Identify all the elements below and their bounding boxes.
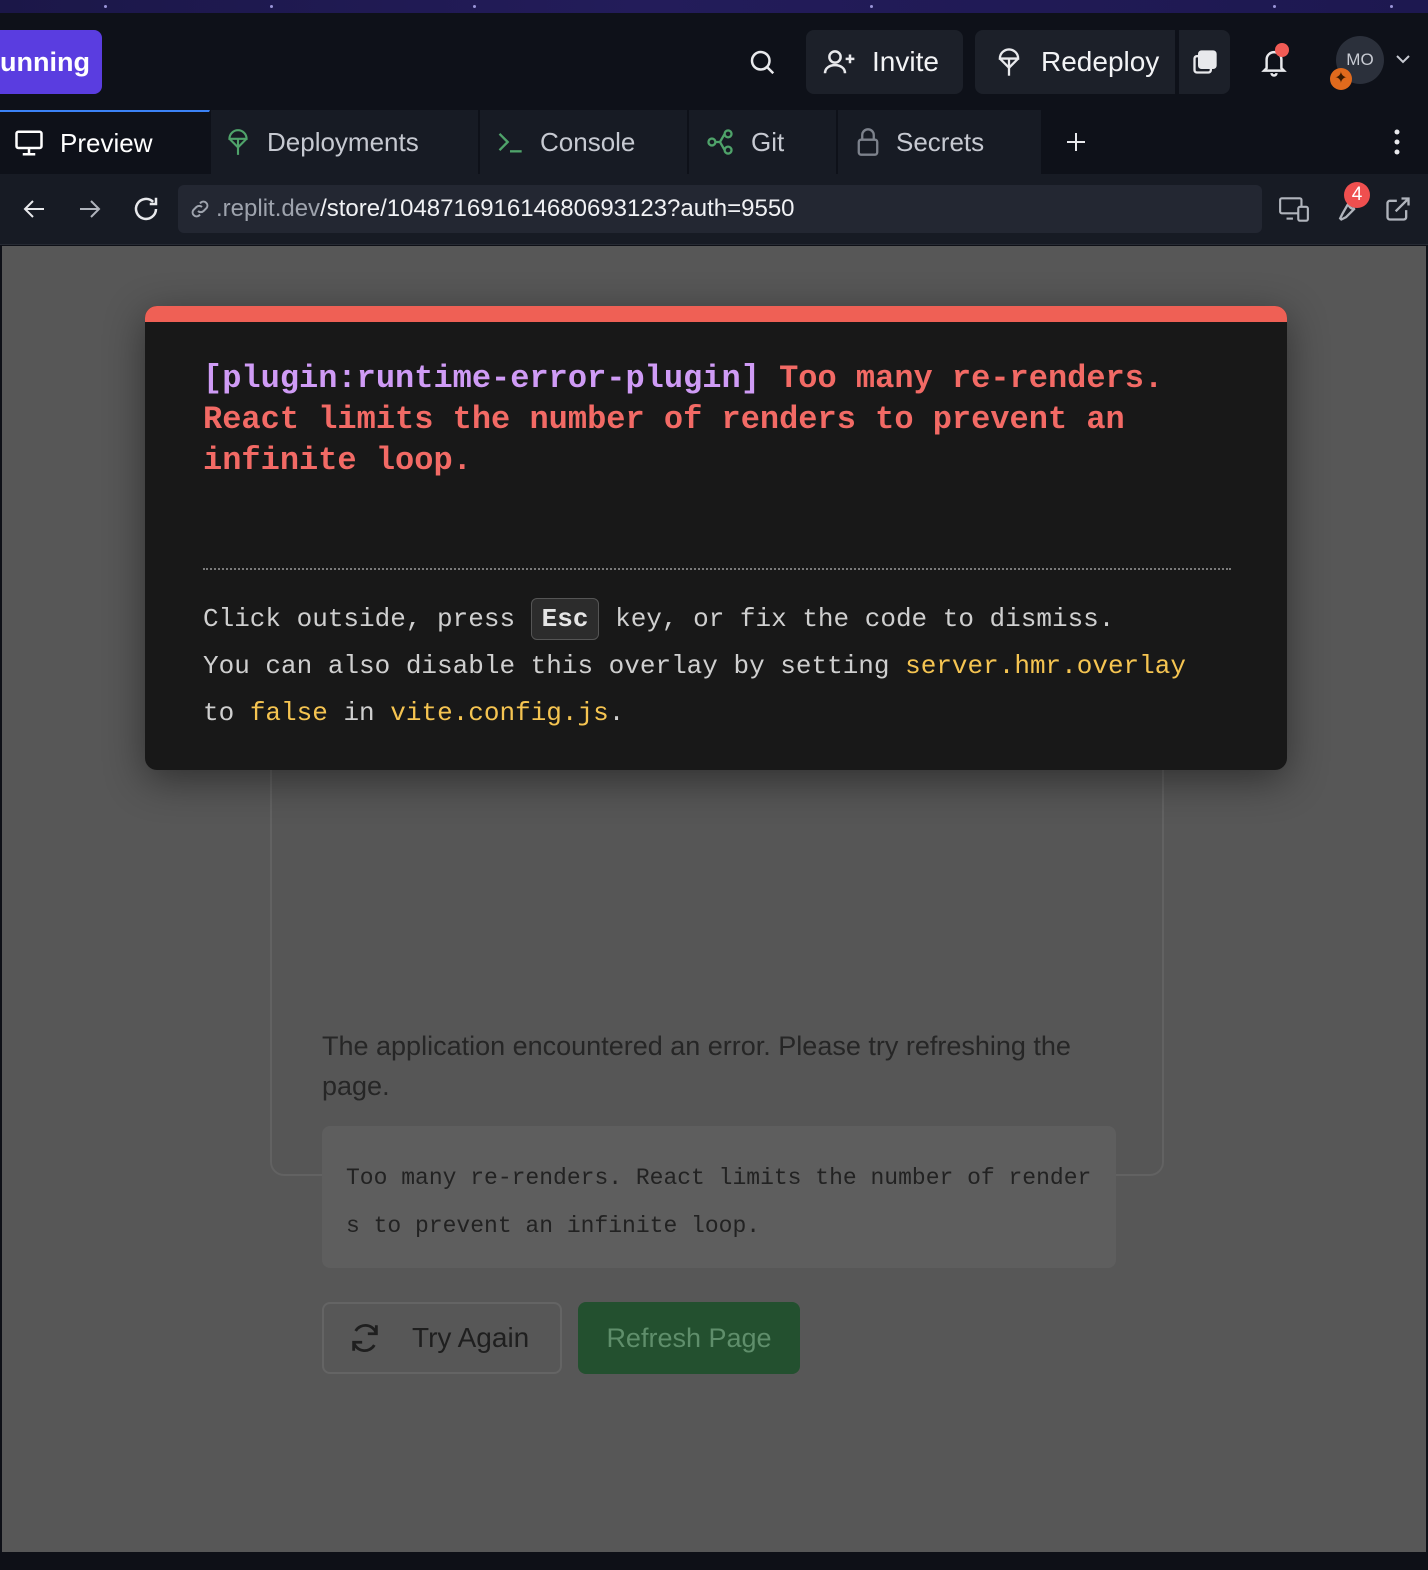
- overlay-accent-bar: [145, 306, 1287, 322]
- deploy-icon: [998, 48, 1020, 76]
- arrow-left-icon: [23, 200, 44, 218]
- url-input[interactable]: .replit.dev/store/10487169161468069312­3…: [178, 185, 1262, 233]
- config-file: vite.config.js: [390, 698, 609, 728]
- plugin-name: [plugin:runtime-error-plugin]: [203, 360, 760, 397]
- tip-text: in: [343, 698, 375, 728]
- more-options-button[interactable]: [1382, 120, 1412, 164]
- refresh-page-button[interactable]: Refresh Page: [578, 1302, 800, 1374]
- back-button[interactable]: [14, 188, 54, 230]
- search-icon: [750, 50, 775, 75]
- account-menu[interactable]: MO ✦: [1330, 36, 1416, 90]
- devices-icon: [1279, 197, 1309, 222]
- overlay-tip: Click outside, press Esc key, or fix the…: [203, 596, 1243, 737]
- preview-url-bar: .replit.dev/store/10487169161468069312­3…: [0, 174, 1428, 245]
- refresh-icon: [352, 1324, 378, 1352]
- url-path: /store/10487169161468069312­3?auth=9550: [320, 195, 795, 222]
- open-new-window-button[interactable]: [1380, 190, 1416, 228]
- tab-deployments[interactable]: Deployments: [211, 110, 479, 174]
- external-link-icon: [1386, 197, 1410, 221]
- monitor-icon: [15, 130, 43, 156]
- new-tab-button[interactable]: [1056, 120, 1096, 164]
- vite-error-overlay: [plugin:runtime-error-plugin] Too many r…: [145, 306, 1287, 770]
- url-host: .replit.dev: [216, 195, 321, 222]
- config-value: false: [249, 698, 328, 728]
- tab-label: Git: [751, 126, 785, 157]
- error-boundary-card: The application encountered an error. Pl…: [270, 726, 1164, 1374]
- refresh-icon: [134, 197, 158, 221]
- tip-text: to: [203, 698, 235, 728]
- arrow-right-icon: [80, 200, 101, 218]
- chevron-down-icon: [1396, 55, 1410, 64]
- reload-button[interactable]: [126, 188, 166, 230]
- plus-icon: [1067, 133, 1085, 151]
- redeploy-button[interactable]: Redeploy: [975, 30, 1175, 94]
- stack-icon: [1192, 50, 1217, 74]
- more-vertical-icon: [1394, 129, 1400, 155]
- avatar-badge: ✦: [1330, 68, 1352, 90]
- try-again-button[interactable]: Try Again: [322, 1302, 562, 1374]
- tab-bar: Preview Deployments Console Git Secrets: [0, 110, 1428, 174]
- tab-label: Preview: [60, 127, 153, 158]
- deploy-menu-button[interactable]: [1179, 30, 1230, 94]
- divider: [203, 568, 1231, 570]
- search-button[interactable]: [740, 33, 784, 91]
- tab-label: Console: [540, 126, 636, 157]
- tab-label: Deployments: [267, 126, 419, 157]
- tip-text: key, or fix the code to dismiss.: [615, 604, 1115, 634]
- tab-preview[interactable]: Preview: [0, 110, 210, 174]
- notifications-button[interactable]: [1252, 37, 1296, 87]
- redeploy-label: Redeploy: [1041, 46, 1160, 77]
- tab-label: Secrets: [896, 126, 985, 157]
- window-bottom-edge: [0, 1552, 1428, 1570]
- add-user-icon: [823, 50, 855, 74]
- error-details: Too many re-renders. React limits the nu…: [322, 1126, 1116, 1268]
- preview-viewport: The application encountered an error. Pl…: [2, 246, 1426, 1552]
- tip-text: .: [608, 698, 625, 728]
- config-key: server.hmr.overlay: [905, 651, 1186, 681]
- esc-key: Esc: [530, 598, 600, 640]
- tip-text: You can also disable this overlay by set…: [203, 651, 890, 681]
- device-preview-button[interactable]: [1276, 190, 1312, 228]
- link-icon: [191, 200, 209, 218]
- console-icon: [498, 133, 522, 153]
- overlay-error-title: [plugin:runtime-error-plugin] Too many r…: [203, 358, 1213, 481]
- tab-secrets[interactable]: Secrets: [838, 110, 1042, 174]
- deploy-icon: [228, 129, 248, 155]
- invite-button[interactable]: Invite: [806, 30, 963, 94]
- invite-label: Invite: [872, 46, 939, 77]
- workspace-header: unning Invite Redeploy MO ✦: [0, 13, 1428, 110]
- error-message: The application encountered an error. Pl…: [322, 1031, 1071, 1101]
- tab-git[interactable]: Git: [689, 110, 837, 174]
- try-again-label: Try Again: [412, 1322, 530, 1353]
- devtools-error-badge: 4: [1344, 182, 1370, 208]
- window-top-strip: [0, 0, 1428, 13]
- lock-icon: [857, 128, 879, 156]
- run-status-button[interactable]: unning: [0, 30, 102, 94]
- forward-button[interactable]: [70, 188, 110, 230]
- tab-console[interactable]: Console: [480, 110, 688, 174]
- notification-dot: [1275, 43, 1289, 57]
- git-icon: [707, 129, 733, 155]
- tip-text: Click outside, press: [203, 604, 516, 634]
